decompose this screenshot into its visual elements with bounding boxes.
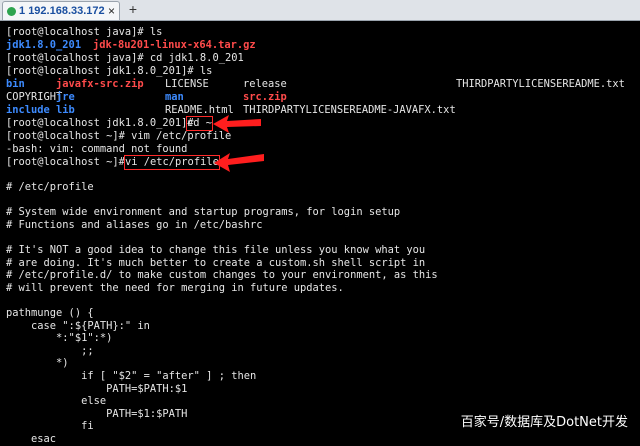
profile-line: pathmunge () { [6, 307, 94, 319]
terminal-line: include lib README.html THIRDPARTYLICENS… [6, 104, 456, 117]
red-arrow-icon [214, 153, 264, 172]
red-arrow-icon [213, 115, 261, 133]
dir-entry: bin [6, 78, 25, 90]
dir-entry: jdk1.8.0_201 [6, 39, 82, 51]
profile-line: # are doing. It's much better to create … [6, 256, 426, 269]
prompt: [root@localhost jdk1.8.0_201]# [6, 117, 200, 129]
highlighted-command: vi /etc/profile [124, 155, 220, 170]
dir-entry: jre [56, 91, 75, 103]
profile-line: case ":${PATH}:" in [6, 319, 150, 332]
profile-line: if [ "$2" = "after" ] ; then [6, 370, 257, 382]
terminal-line: jdk1.8.0_201 jdk-8u201-linux-x64.tar.gz [6, 39, 256, 52]
profile-line: else [6, 395, 107, 408]
session-tab[interactable]: 1 192.168.33.172 × [2, 1, 120, 20]
profile-line: ;; [6, 344, 94, 357]
terminal-line: bin javafx-src.zip LICENSE release THIRD… [6, 78, 625, 91]
watermark: 百家号/数据库及DotNet开发 [460, 415, 628, 430]
profile-line: # Functions and aliases go in /etc/bashr… [6, 218, 263, 231]
profile-line: # /etc/profile.d/ to make custom changes… [6, 269, 438, 282]
profile-line: PATH=$1:$PATH [6, 407, 188, 420]
file-entry: release [243, 78, 287, 90]
terminal-output[interactable]: [root@localhost java]# ls jdk1.8.0_201 j… [0, 21, 640, 445]
terminal-line: [root@localhost ~]# vim /etc/profile [6, 130, 232, 142]
terminal-line: COPYRIGHT jre man src.zip [6, 91, 287, 104]
profile-line: # System wide environment and startup pr… [6, 206, 401, 219]
file-entry: THIRDPARTYLICENSEREADME.txt [456, 78, 625, 90]
connected-status-icon [7, 6, 16, 16]
profile-line: esac [6, 433, 57, 445]
file-entry: COPYRIGHT [6, 91, 63, 103]
file-entry: LICENSE [165, 78, 209, 90]
profile-line: PATH=$PATH:$1 [6, 382, 188, 395]
dir-entry: lib [56, 104, 75, 116]
archive-entry: src.zip [243, 91, 287, 103]
terminal-line: [root@localhost java]# ls [6, 26, 163, 38]
tab-bar: 1 192.168.33.172 × + [0, 0, 640, 21]
highlighted-command: cd ~ [185, 116, 214, 131]
profile-line: # /etc/profile [6, 181, 94, 193]
archive-entry: jdk-8u201-linux-x64.tar.gz [93, 39, 256, 51]
archive-entry: javafx-src.zip [56, 78, 144, 90]
profile-line: *:"$1":*) [6, 332, 113, 345]
profile-line: fi [6, 420, 94, 433]
dir-entry: include [6, 104, 50, 116]
terminal-line: [root@localhost ~]# vi /etc/profile [6, 155, 220, 170]
session-tab-host: 192.168.33.172 [28, 5, 105, 17]
file-entry: THIRDPARTYLICENSEREADME-JAVAFX.txt [243, 104, 456, 116]
profile-line: *) [6, 357, 69, 370]
terminal-line: [root@localhost jdk1.8.0_201]# ls [6, 65, 213, 77]
profile-line: # It's NOT a good idea to change this fi… [6, 244, 426, 256]
terminal-line: -bash: vim: command not found [6, 143, 188, 155]
prompt: [root@localhost ~]# [6, 156, 132, 168]
profile-line: # will prevent the need for merging in f… [6, 281, 344, 294]
close-tab-icon[interactable]: × [108, 4, 115, 18]
terminal-line: [root@localhost java]# cd jdk1.8.0_201 [6, 52, 244, 64]
dir-entry: man [165, 91, 184, 103]
terminal-line: [root@localhost jdk1.8.0_201]# cd ~ [6, 116, 214, 131]
new-tab-button[interactable]: + [126, 1, 140, 18]
